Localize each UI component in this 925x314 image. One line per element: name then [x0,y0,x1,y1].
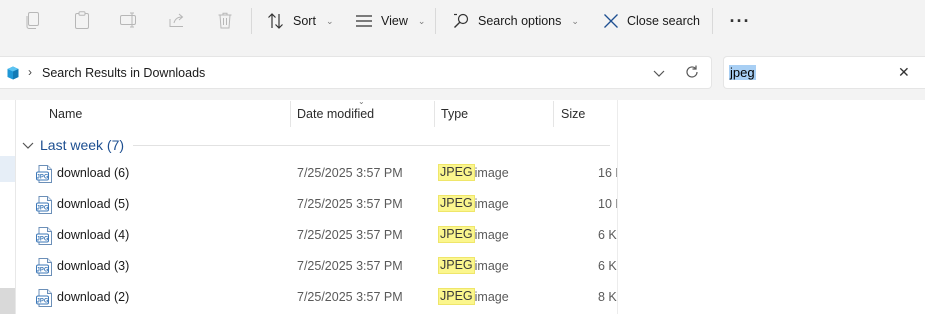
jpeg-file-icon: JPG [36,227,52,245]
file-name: download (3) [57,259,130,273]
svg-text:JPG: JPG [36,237,48,243]
jpeg-file-icon: JPG [36,165,52,183]
copy-icon[interactable] [21,9,45,31]
file-name: download (4) [57,228,130,242]
column-date-label: Date modified [297,107,375,121]
column-header-date-modified[interactable]: Date modified [291,100,434,127]
group-label: Last week (7) [40,137,125,153]
file-type-rest: image [474,227,509,242]
search-options-button[interactable]: Search options ⌄ [453,8,579,34]
search-match-highlight: JPEG [438,226,475,243]
address-row: › Search Results in Downloads jpeg ✕ [0,42,925,100]
chevron-down-icon [22,142,34,149]
file-name: download (6) [57,166,130,180]
group-header-last-week[interactable]: Last week (7) [22,136,124,154]
file-type-rest: image [474,289,509,304]
file-type: JPEG image [438,226,509,243]
toolbar-divider [712,8,713,34]
file-size: 6 K [598,228,617,242]
search-match-highlight: JPEG [438,288,475,305]
file-size: 8 K [598,290,617,304]
toolbar-divider [435,8,436,34]
file-size: 10 K [598,197,617,211]
rename-icon[interactable] [117,9,141,31]
file-row[interactable]: JPG download (3) 7/25/2025 3:57 PM JPEG i… [18,251,617,282]
file-date-modified: 7/25/2025 3:57 PM [297,290,403,304]
svg-text:JPG: JPG [36,299,48,305]
refresh-icon[interactable] [684,64,700,80]
file-row[interactable]: JPG download (2) 7/25/2025 3:57 PM JPEG i… [18,282,617,313]
jpeg-file-icon: JPG [36,289,52,307]
sort-icon [268,13,283,29]
file-size: 16 K [598,166,617,180]
close-search-label: Close search [627,14,700,28]
file-row[interactable]: JPG download (4) 7/25/2025 3:57 PM JPEG i… [18,220,617,251]
file-type-rest: image [474,258,509,273]
column-header-size[interactable]: Size [554,100,617,127]
file-date-modified: 7/25/2025 3:57 PM [297,228,403,242]
file-name: download (2) [57,290,130,304]
pane-divider [617,100,618,314]
nav-selected-item[interactable] [0,156,15,182]
column-name-label: Name [49,107,83,121]
column-size-label: Size [561,107,586,121]
search-match-highlight: JPEG [438,164,475,181]
sort-label: Sort [293,14,316,28]
file-size: 6 K [598,259,617,273]
search-options-icon [454,13,469,28]
file-type-rest: image [474,196,509,211]
nav-item[interactable] [0,288,15,314]
file-type: JPEG image [438,164,509,181]
close-icon [604,14,618,28]
file-date-modified: 7/25/2025 3:57 PM [297,197,403,211]
file-type-rest: image [474,165,509,180]
paste-icon[interactable] [70,9,94,31]
search-match-highlight: JPEG [438,257,475,274]
jpeg-file-icon: JPG [36,196,52,214]
address-bar[interactable]: › Search Results in Downloads [0,56,712,89]
view-button[interactable]: View ⌄ [355,8,425,34]
chevron-down-icon: ⌄ [325,15,334,26]
file-type: JPEG image [438,288,509,305]
chevron-down-icon[interactable] [652,66,666,80]
file-row[interactable]: JPG download (5) 7/25/2025 3:57 PM JPEG i… [18,189,617,220]
group-divider [133,145,610,146]
file-date-modified: 7/25/2025 3:57 PM [297,259,403,273]
navigation-pane[interactable] [0,100,16,314]
file-row[interactable]: JPG download (6) 7/25/2025 3:57 PM JPEG i… [18,158,617,189]
search-match-highlight: JPEG [438,195,475,212]
breadcrumb-search-results[interactable]: Search Results in Downloads [42,66,205,80]
search-results-icon [7,66,19,80]
svg-text:JPG: JPG [36,175,48,181]
view-lines-icon [356,15,372,27]
file-type: JPEG image [438,195,509,212]
clear-search-icon[interactable]: ✕ [898,64,910,81]
chevron-down-icon: ⌄ [417,15,426,26]
chevron-down-icon: ⌄ [571,15,579,26]
column-type-label: Type [441,107,469,121]
delete-icon[interactable] [213,9,237,31]
file-date-modified: 7/25/2025 3:57 PM [297,166,403,180]
search-options-label: Search options [478,14,562,28]
toolbar-divider [251,8,252,34]
share-icon[interactable] [165,9,189,31]
search-input[interactable]: jpeg [729,65,756,80]
sort-button[interactable]: Sort ⌄ [267,8,333,34]
file-name: download (5) [57,197,130,211]
command-bar: Sort ⌄ View ⌄ Search options ⌄ Close sea… [0,0,925,42]
view-label: View [381,14,408,28]
column-header-name[interactable]: Name [18,100,290,127]
column-header-type[interactable]: Type [435,100,553,127]
more-options-button[interactable]: ··· [729,8,751,34]
close-search-button[interactable]: Close search [603,8,700,34]
svg-text:JPG: JPG [36,206,48,212]
file-type: JPEG image [438,257,509,274]
jpeg-file-icon: JPG [36,258,52,276]
svg-text:JPG: JPG [36,268,48,274]
search-box[interactable]: jpeg ✕ [723,56,925,89]
breadcrumb-chevron-icon[interactable]: › [28,65,32,79]
